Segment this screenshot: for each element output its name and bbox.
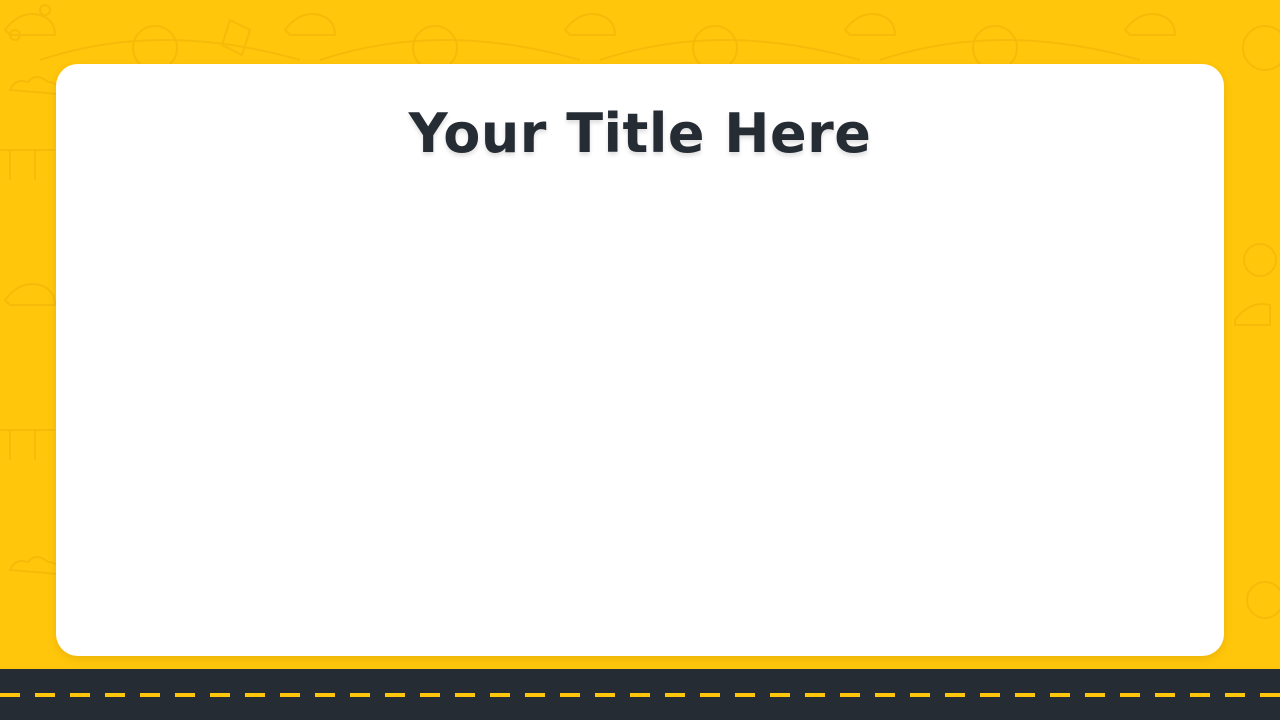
car-icon: [563, 13, 617, 36]
road-center-line: [0, 693, 1280, 697]
car-icon: [3, 4, 57, 41]
car-icon: [283, 13, 337, 36]
globe-icon: [1242, 25, 1280, 71]
car-icon: [1123, 13, 1177, 36]
car-icon: [843, 13, 897, 36]
road-footer: [0, 669, 1280, 720]
map-icon: [220, 18, 252, 57]
compass-icon: [1243, 243, 1280, 619]
slide-title[interactable]: Your Title Here: [0, 102, 1280, 165]
